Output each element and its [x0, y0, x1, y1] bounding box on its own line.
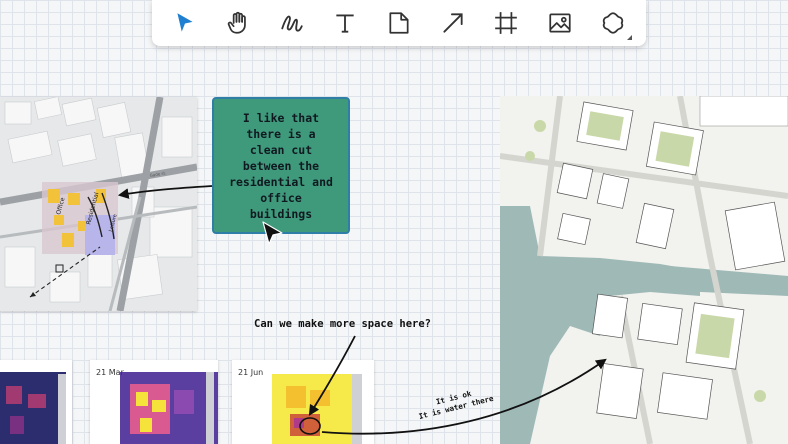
- shadow-thumbnail-1[interactable]: [0, 360, 72, 444]
- pen-squiggle-icon: [281, 15, 303, 32]
- shadow-study-image: [0, 360, 72, 444]
- shape-tool-button[interactable]: [595, 5, 631, 41]
- thumbnail-date-label: 21 Jun: [238, 368, 264, 377]
- sticky-note-icon: [389, 12, 409, 34]
- shadow-thumbnail-3[interactable]: 21 Jun: [232, 360, 374, 444]
- pan-tool-button[interactable]: [220, 5, 256, 41]
- sticky-note[interactable]: I like that there is a clean cut between…: [212, 97, 350, 234]
- frame-tool-button[interactable]: [488, 5, 524, 41]
- comment-more-space[interactable]: Can we make more space here?: [254, 318, 431, 330]
- mouse-cursor-icon: [262, 221, 283, 245]
- draw-tool-button[interactable]: [274, 5, 310, 41]
- arrow-icon: [442, 13, 463, 33]
- shadow-thumbnail-2[interactable]: 21 Mar: [90, 360, 218, 444]
- image-tool-button[interactable]: [542, 5, 578, 41]
- pointer-icon: [177, 13, 193, 32]
- urban-plan-drawing: [500, 96, 788, 444]
- image-icon: [548, 13, 571, 33]
- site-plan-drawing: Office Residential Leisure Gade st.: [0, 97, 197, 311]
- select-tool-button[interactable]: [167, 5, 203, 41]
- text-tool-button[interactable]: [327, 5, 363, 41]
- toolbar: [152, 0, 646, 46]
- hand-icon: [228, 11, 247, 34]
- note-tool-button[interactable]: [381, 5, 417, 41]
- sticky-note-text: I like that there is a clean cut between…: [229, 110, 333, 221]
- text-icon: [336, 14, 355, 33]
- arrow-tool-button[interactable]: [435, 5, 471, 41]
- toolbar-expand-handle[interactable]: [627, 35, 632, 40]
- site-map-left[interactable]: Office Residential Leisure Gade st.: [0, 97, 197, 311]
- shape-icon: [602, 12, 624, 34]
- site-map-right[interactable]: [500, 96, 788, 444]
- thumbnail-date-label: 21 Mar: [96, 368, 124, 377]
- frame-icon: [495, 12, 517, 34]
